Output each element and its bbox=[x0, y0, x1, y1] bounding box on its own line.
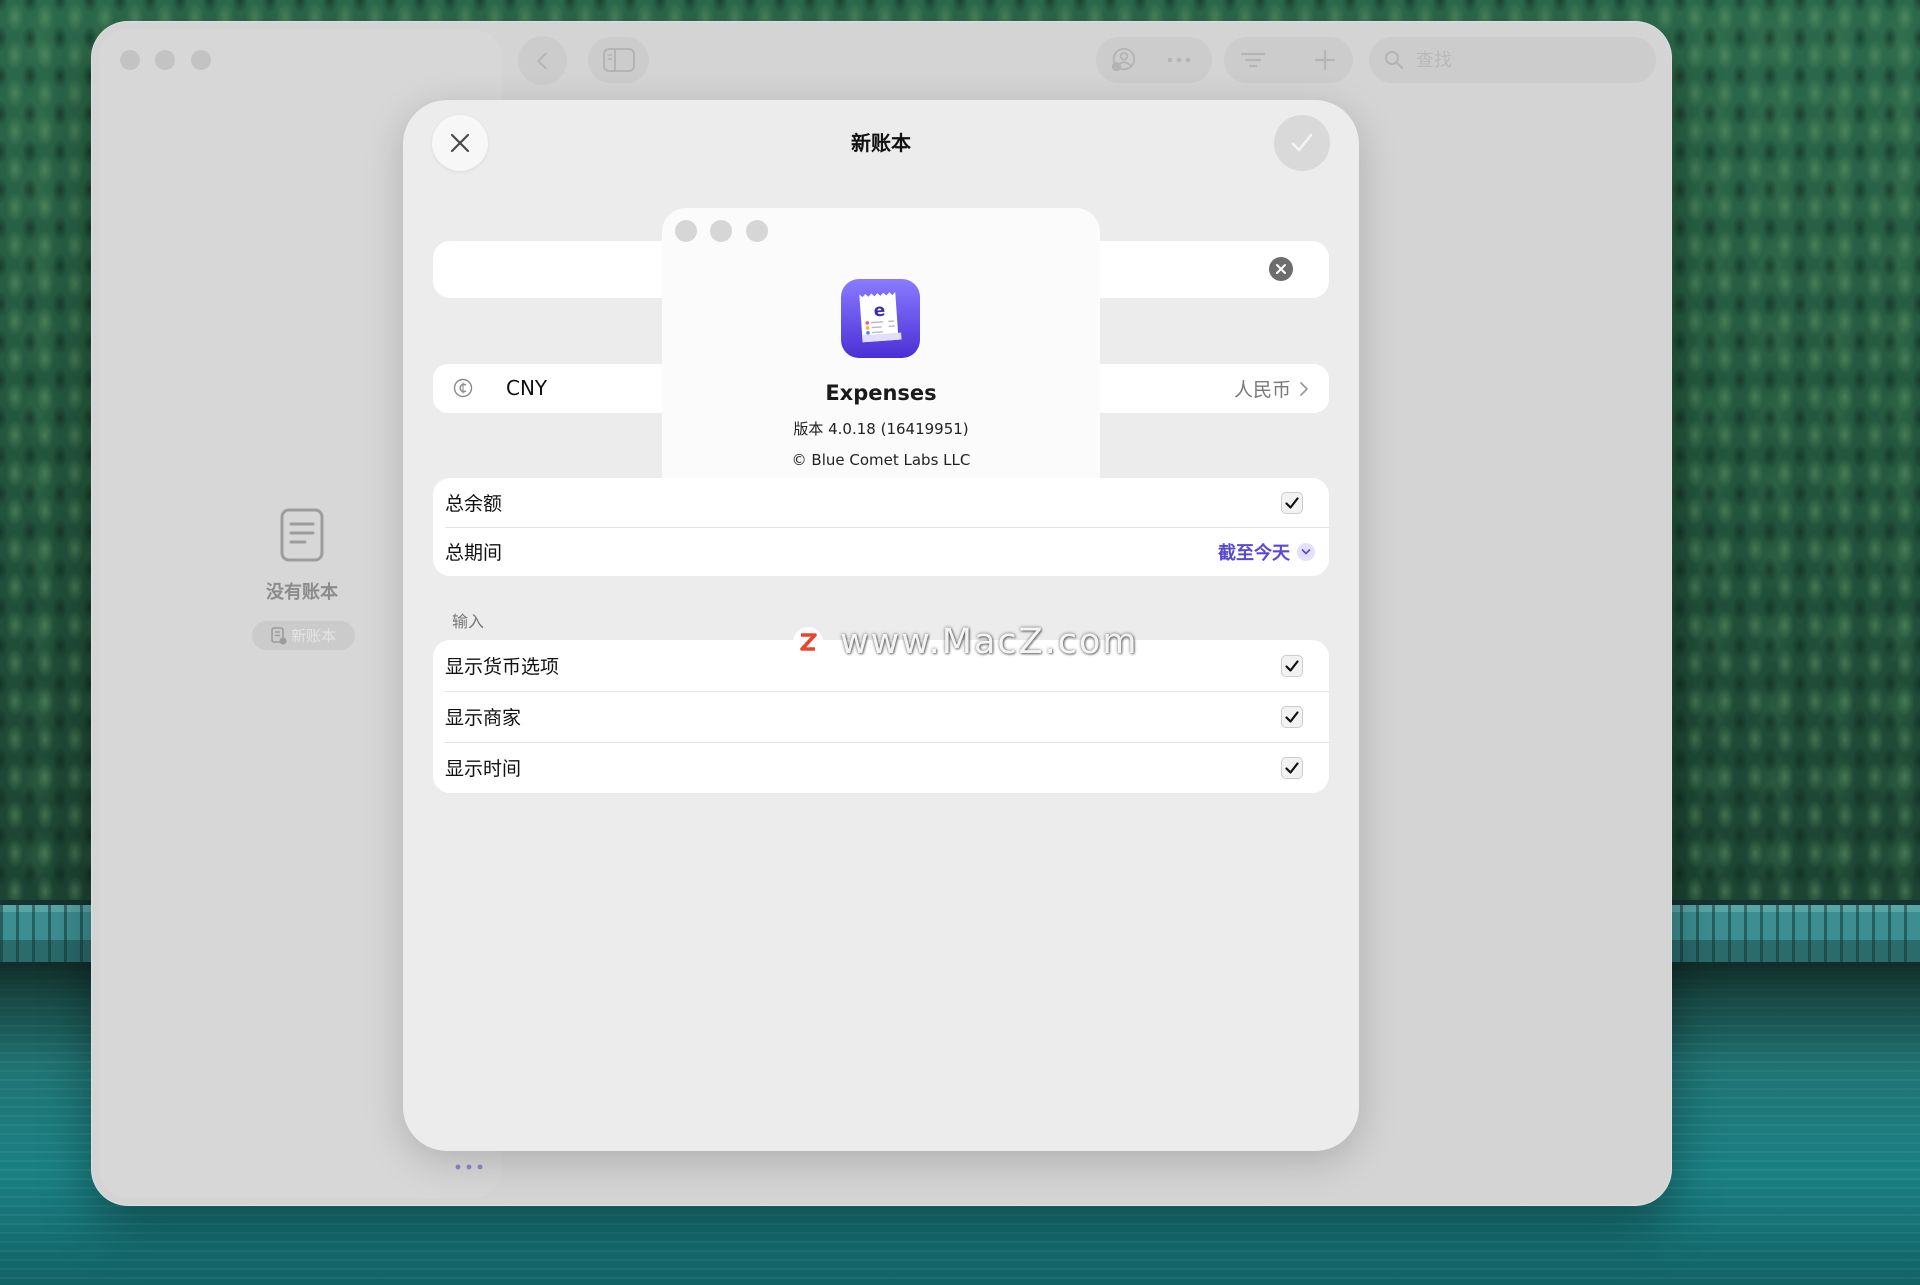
empty-state-title: 没有账本 bbox=[266, 582, 338, 603]
search-field[interactable] bbox=[1369, 37, 1656, 83]
about-close-button[interactable] bbox=[675, 220, 697, 242]
about-panel: e Expenses 版本 4.0.18 (16419951) © Blue C… bbox=[662, 208, 1100, 478]
show-time-row[interactable]: 显示时间 bbox=[433, 742, 1329, 793]
total-period-popup[interactable]: 截至今天 bbox=[1218, 539, 1315, 565]
watermark: www.MacZ.com bbox=[792, 621, 1139, 663]
toolbar-group-actions bbox=[1224, 37, 1353, 83]
watermark-logo-icon bbox=[793, 627, 823, 657]
about-minimize-button[interactable] bbox=[710, 220, 732, 242]
clear-icon bbox=[1276, 264, 1286, 274]
currency-selector[interactable]: 人民币 bbox=[1234, 364, 1309, 413]
app-version: 版本 4.0.18 (16419951) bbox=[793, 420, 969, 438]
sort-button[interactable] bbox=[1239, 46, 1267, 74]
show-time-checkbox[interactable] bbox=[1281, 756, 1303, 779]
currency-name: 人民币 bbox=[1233, 379, 1291, 401]
sidebar-toggle-icon bbox=[602, 48, 635, 72]
checkmark-icon bbox=[1285, 496, 1299, 509]
chevron-down-icon bbox=[1297, 542, 1315, 561]
svg-text:e: e bbox=[873, 301, 886, 322]
search-icon bbox=[1384, 50, 1404, 70]
show-currency-options-checkbox[interactable] bbox=[1281, 654, 1303, 677]
close-window-button[interactable] bbox=[120, 50, 140, 70]
checkmark-icon bbox=[1285, 761, 1299, 774]
chevron-left-icon bbox=[536, 52, 547, 69]
confirm-button[interactable] bbox=[1274, 115, 1330, 171]
app-icon: e bbox=[841, 279, 920, 358]
app-name: Expenses bbox=[825, 381, 937, 405]
checkmark-icon bbox=[1285, 710, 1299, 723]
currency-code: CNY bbox=[506, 376, 548, 400]
sidebar-toggle-button[interactable] bbox=[588, 37, 649, 83]
new-ledger-button-label: 新账本 bbox=[290, 627, 336, 645]
person-icon bbox=[1111, 47, 1136, 72]
total-balance-checkbox[interactable] bbox=[1281, 491, 1303, 514]
ellipsis-icon bbox=[1167, 57, 1191, 63]
clear-button[interactable] bbox=[1269, 257, 1293, 281]
total-period-row: 总期间 截至今天 bbox=[433, 527, 1329, 576]
add-button[interactable] bbox=[1311, 46, 1339, 74]
collaborate-button[interactable] bbox=[1109, 46, 1137, 74]
show-merchant-label: 显示商家 bbox=[445, 707, 522, 729]
app-copyright: © Blue Comet Labs LLC bbox=[791, 451, 971, 469]
filter-icon bbox=[1240, 52, 1266, 68]
total-period-value: 截至今天 bbox=[1218, 542, 1290, 564]
show-merchant-row[interactable]: 显示商家 bbox=[433, 691, 1329, 742]
about-zoom-button[interactable] bbox=[746, 220, 768, 242]
summary-group: 总余额 总期间 截至今天 bbox=[433, 478, 1329, 576]
show-merchant-checkbox[interactable] bbox=[1281, 705, 1303, 728]
total-period-label: 总期间 bbox=[445, 542, 503, 564]
total-balance-label: 总余额 bbox=[445, 493, 503, 515]
minimize-window-button[interactable] bbox=[155, 50, 175, 70]
sheet-title: 新账本 bbox=[851, 131, 911, 155]
search-input[interactable] bbox=[1416, 37, 1636, 83]
new-document-icon bbox=[271, 626, 287, 644]
watermark-text: www.MacZ.com bbox=[840, 622, 1139, 662]
more-button[interactable] bbox=[1165, 46, 1193, 74]
zoom-window-button[interactable] bbox=[191, 50, 211, 70]
total-balance-row[interactable]: 总余额 bbox=[433, 478, 1329, 527]
show-time-label: 显示时间 bbox=[445, 758, 522, 780]
checkmark-icon bbox=[1285, 659, 1299, 672]
ellipsis-icon[interactable] bbox=[453, 1161, 485, 1173]
document-icon bbox=[280, 508, 324, 562]
back-button[interactable] bbox=[518, 36, 567, 85]
checkmark-icon bbox=[1291, 133, 1313, 152]
input-section-header: 输入 bbox=[452, 612, 485, 631]
chevron-right-icon bbox=[1300, 381, 1308, 396]
plus-icon bbox=[1314, 49, 1336, 71]
currency-icon bbox=[453, 378, 473, 398]
toolbar-group-share bbox=[1096, 37, 1212, 83]
new-ledger-button[interactable]: 新账本 bbox=[252, 621, 355, 650]
